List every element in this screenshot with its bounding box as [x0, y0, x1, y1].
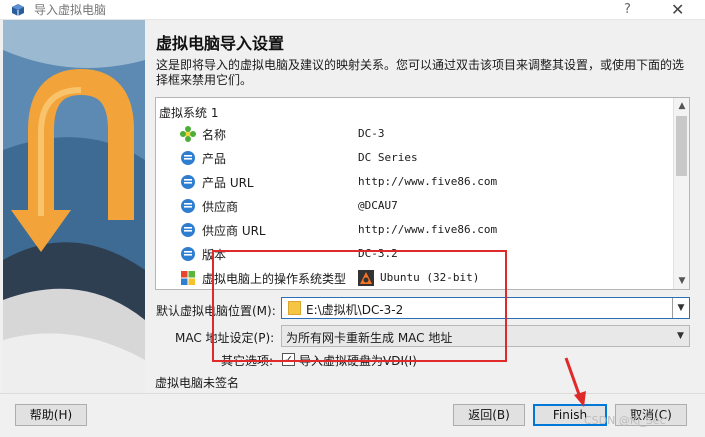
info-bubble-icon: [181, 151, 195, 165]
title-bar: 导入虚拟电脑 ? ✕: [0, 0, 705, 20]
row-label: 供应商 URL: [202, 224, 266, 238]
scroll-down-icon[interactable]: ▼: [674, 273, 689, 289]
row-value: DC-3: [358, 127, 385, 140]
row-label: 名称: [202, 128, 227, 142]
name-icon: [180, 126, 196, 142]
tree-row-vendor-url[interactable]: 供应商 URL http://www.five86.com: [156, 218, 674, 242]
info-bubble-icon: [181, 247, 195, 261]
row-label: 供应商: [202, 200, 239, 214]
tree-row-name[interactable]: 名称 DC-3: [156, 122, 674, 146]
unsigned-notice: 虚拟电脑未签名: [155, 376, 240, 390]
window-title: 导入虚拟电脑: [34, 3, 107, 17]
tree-scrollbar[interactable]: ▲ ▼: [673, 98, 689, 289]
info-bubble-icon: [181, 175, 195, 189]
annotation-arrow-icon: [564, 357, 586, 407]
virtualbox-icon: [12, 3, 24, 16]
chevron-down-icon[interactable]: ▼: [672, 326, 689, 346]
row-value: @DCAU7: [358, 199, 398, 212]
row-value: http://www.five86.com: [358, 223, 498, 236]
tree-row-product-url[interactable]: 产品 URL http://www.five86.com: [156, 170, 674, 194]
wizard-banner-image: [3, 20, 145, 393]
info-bubble-icon: [181, 223, 195, 237]
help-icon[interactable]: ?: [624, 2, 631, 17]
close-icon[interactable]: ✕: [671, 0, 684, 19]
tree-row-product[interactable]: 产品 DC Series: [156, 146, 674, 170]
os-type-icon: [181, 271, 195, 285]
help-button[interactable]: 帮助(H): [15, 404, 87, 426]
virtual-system-group[interactable]: 虚拟系统 1: [159, 104, 218, 121]
scrollbar-thumb[interactable]: [676, 116, 687, 176]
row-label: 产品 URL: [202, 176, 254, 190]
row-label: 产品: [202, 152, 227, 166]
annotation-highlight-box: [212, 250, 507, 362]
row-value: http://www.five86.com: [358, 175, 498, 188]
scroll-up-icon[interactable]: ▲: [674, 98, 689, 114]
page-heading: 虚拟电脑导入设置: [156, 34, 285, 53]
watermark: CSDN @KJ_Sec: [584, 414, 666, 427]
tree-row-vendor[interactable]: 供应商 @DCAU7: [156, 194, 674, 218]
chevron-down-icon[interactable]: ▼: [672, 298, 689, 318]
page-description: 这是即将导入的虚拟电脑及建议的映射关系。您可以通过双击该项目来调整其设置，或使用…: [156, 58, 685, 87]
row-value: DC Series: [358, 151, 418, 164]
back-button[interactable]: 返回(B): [453, 404, 525, 426]
info-bubble-icon: [181, 199, 195, 213]
